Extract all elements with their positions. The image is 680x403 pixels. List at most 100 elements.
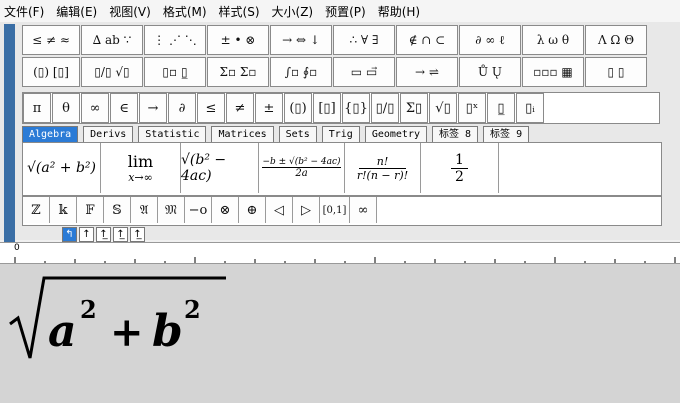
integral-templates[interactable]: ∫▫ ∮▫ — [270, 57, 332, 87]
template-combination[interactable]: n! r!(n − r)! — [345, 143, 421, 193]
menu-preferences[interactable]: 预置(P) — [321, 3, 370, 20]
symbol-k[interactable]: 𝕜 — [50, 197, 77, 223]
greek-upper-palette[interactable]: Λ Ω Θ — [585, 25, 647, 55]
matrix-templates[interactable]: ▫▫▫ ▦ — [522, 57, 584, 87]
tab-label-9[interactable]: 标签 9 — [483, 126, 530, 143]
operators-palette[interactable]: ± • ⊗ — [207, 25, 269, 55]
box-templates[interactable]: ▯ ▯ — [585, 57, 647, 87]
menu-file[interactable]: 文件(F) — [0, 3, 48, 20]
symbol-bar-bottom: ℤ 𝕜 𝔽 𝕊 𝔄 𝔐 −o ⊗ ⊕ ◁ ▷ [0,1] ∞ — [22, 196, 662, 226]
sets-palette[interactable]: ∉ ∩ ⊂ — [396, 25, 458, 55]
symbol-pi[interactable]: π — [23, 93, 51, 123]
symbol-fraktur-a[interactable]: 𝔄 — [131, 197, 158, 223]
tab-matrices[interactable]: Matrices — [211, 126, 274, 143]
symbol-otimes[interactable]: ⊗ — [212, 197, 239, 223]
symbol-infinity[interactable]: ∞ — [81, 93, 109, 123]
nudge-button-2[interactable]: ↑ — [79, 227, 94, 242]
menu-bar: 文件(F) 编辑(E) 视图(V) 格式(M) 样式(S) 大小(Z) 预置(P… — [0, 0, 680, 23]
paren-template[interactable]: (▯) — [284, 93, 312, 123]
tab-sets[interactable]: Sets — [278, 126, 317, 143]
tab-geometry[interactable]: Geometry — [364, 126, 427, 143]
fraction-radical-templates[interactable]: ▯/▯ √▯ — [81, 57, 143, 87]
tab-label-8[interactable]: 标签 8 — [432, 126, 479, 143]
symbol-neq[interactable]: ≠ — [226, 93, 254, 123]
ruler-ticks — [14, 257, 676, 263]
symbol-field[interactable]: 𝔽 — [77, 197, 104, 223]
relations-palette[interactable]: ≤ ≠ ≈ — [22, 25, 80, 55]
summation-templates[interactable]: Σ▫ Σ▫ — [207, 57, 269, 87]
menu-help[interactable]: 帮助(H) — [374, 3, 424, 20]
small-symbol-bar: π θ ∞ ∈ → ∂ ≤ ≠ ± (▯) [▯] {▯} ▯/▯ Σ▯ √▯ … — [22, 92, 660, 124]
menu-size[interactable]: 大小(Z) — [268, 3, 318, 20]
product-templates[interactable]: Ů Ų — [459, 57, 521, 87]
template-discriminant-text: √(b² − 4ac) — [181, 152, 227, 184]
labeled-arrow-templates[interactable]: → ⇌ — [396, 57, 458, 87]
symbol-triangle-right[interactable]: ▷ — [293, 197, 320, 223]
menu-style[interactable]: 样式(S) — [215, 3, 264, 20]
script-templates[interactable]: ▯▫ ▯̲ — [144, 57, 206, 87]
template-half-bottom: 2 — [455, 168, 464, 185]
symbol-interval[interactable]: [0,1] — [320, 197, 350, 223]
fraction-template[interactable]: ▯/▯ — [371, 93, 399, 123]
ruler[interactable]: 0 — [0, 242, 680, 264]
spaces-palette[interactable]: ∆ ab ∵ — [81, 25, 143, 55]
menu-view[interactable]: 视图(V) — [105, 3, 155, 20]
superscript-template[interactable]: ▯ˣ — [458, 93, 486, 123]
equation-editor-canvas[interactable]: a 2 + b 2 — [0, 264, 680, 403]
nudge-button-1[interactable]: ↰ — [62, 227, 77, 242]
template-combination-top: n! — [358, 155, 407, 169]
greek-lower-palette[interactable]: λ ω θ — [522, 25, 584, 55]
tab-statistics[interactable]: Statistic — [138, 126, 207, 143]
arrows-palette[interactable]: → ⇔ ↓ — [270, 25, 332, 55]
logic-palette[interactable]: ∴ ∀ ∃ — [333, 25, 395, 55]
algebra-templates: √(a² + b²) lim x→∞ √(b² − 4ac) −b ± √(b²… — [22, 142, 662, 196]
symbol-infinity-2[interactable]: ∞ — [350, 197, 377, 223]
embellishments-palette[interactable]: ⋮ ⋰ ⋱ — [144, 25, 206, 55]
symbol-leq[interactable]: ≤ — [197, 93, 225, 123]
misc-palette[interactable]: ∂ ∞ ℓ — [459, 25, 521, 55]
symbol-triangle-left[interactable]: ◁ — [266, 197, 293, 223]
formula-display: a 2 + b 2 — [9, 276, 226, 359]
symbol-theta[interactable]: θ — [52, 93, 80, 123]
nudge-button-5[interactable]: ↑̲ — [130, 227, 145, 242]
symbol-plusminus[interactable]: ± — [255, 93, 283, 123]
bracket-template[interactable]: [▯] — [313, 93, 341, 123]
formula-a: a — [48, 306, 77, 357]
template-quadratic-bottom: 2a — [295, 168, 308, 179]
symbol-integers[interactable]: ℤ — [23, 197, 50, 223]
menu-edit[interactable]: 编辑(E) — [52, 3, 101, 20]
nudge-button-4[interactable]: ↑̲ — [113, 227, 128, 242]
template-pythagorean[interactable]: √(a² + b²) — [23, 143, 101, 193]
formula-plus: + — [110, 309, 144, 356]
sum-template[interactable]: Σ▯ — [400, 93, 428, 123]
bar-templates[interactable]: ▭ ▭⃗ — [333, 57, 395, 87]
brace-template[interactable]: {▯} — [342, 93, 370, 123]
template-palette-row: (▯) [▯] ▯/▯ √▯ ▯▫ ▯̲ Σ▫ Σ▫ ∫▫ ∮▫ ▭ ▭⃗ → … — [22, 57, 648, 87]
symbol-multimap[interactable]: −o — [185, 197, 212, 223]
tab-trig[interactable]: Trig — [321, 126, 360, 143]
symbol-fraktur-m[interactable]: 𝔐 — [158, 197, 185, 223]
template-quadratic-top: −b ± √(b² − 4ac) — [262, 157, 341, 168]
nudge-button-3[interactable]: ↑̲ — [96, 227, 111, 242]
symbol-element-of[interactable]: ∈ — [110, 93, 138, 123]
template-half[interactable]: 1 2 — [421, 143, 499, 193]
menu-format[interactable]: 格式(M) — [159, 3, 211, 20]
tab-derivs[interactable]: Derivs — [83, 126, 134, 143]
tab-algebra[interactable]: Algebra — [22, 126, 79, 143]
subscript-template[interactable]: ▯ᵢ — [516, 93, 544, 123]
sqrt-template[interactable]: √▯ — [429, 93, 457, 123]
underscript-template[interactable]: ▯̲ — [487, 93, 515, 123]
symbol-partial[interactable]: ∂ — [168, 93, 196, 123]
symbol-palette-row: ≤ ≠ ≈ ∆ ab ∵ ⋮ ⋰ ⋱ ± • ⊗ → ⇔ ↓ ∴ ∀ ∃ ∉ ∩… — [22, 25, 648, 55]
symbol-oplus[interactable]: ⊕ — [239, 197, 266, 223]
template-limit[interactable]: lim x→∞ — [101, 143, 181, 193]
template-half-top: 1 — [451, 152, 468, 169]
template-quadratic[interactable]: −b ± √(b² − 4ac) 2a — [259, 143, 345, 193]
palette-strip — [4, 24, 15, 242]
symbol-arrow[interactable]: → — [139, 93, 167, 123]
template-limit-top: lim — [127, 152, 154, 171]
template-discriminant[interactable]: √(b² − 4ac) — [181, 143, 259, 193]
symbol-s[interactable]: 𝕊 — [104, 197, 131, 223]
template-limit-bottom: x→∞ — [128, 171, 153, 184]
fence-templates[interactable]: (▯) [▯] — [22, 57, 80, 87]
